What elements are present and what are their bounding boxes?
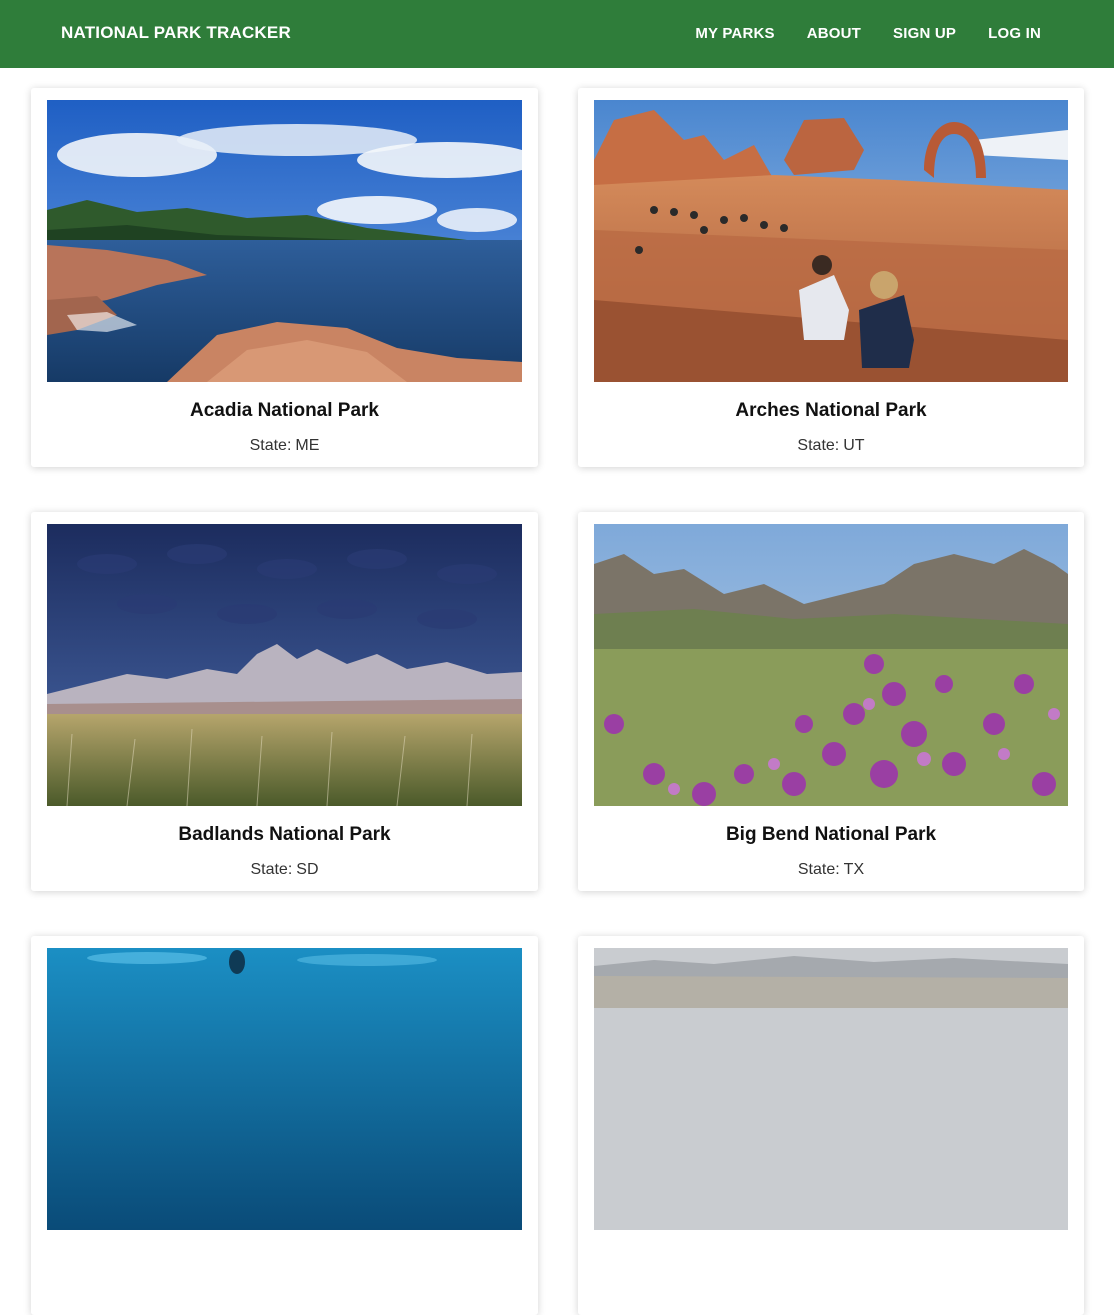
nav-links: MY PARKS ABOUT SIGN UP LOG IN — [695, 25, 1041, 42]
park-name: Big Bend National Park — [725, 824, 937, 845]
park-state: State: SD — [31, 861, 538, 879]
nav-about[interactable]: ABOUT — [807, 25, 861, 42]
nav-sign-up[interactable]: SIGN UP — [893, 25, 956, 42]
state-value: UT — [843, 437, 865, 454]
state-label: State: — [797, 437, 840, 454]
rocky-ocean-coast-photo — [47, 100, 522, 382]
park-card-arches[interactable]: Arches National Park State: UT — [578, 88, 1084, 467]
state-label: State: — [250, 861, 293, 878]
hazy-mountain-valley-photo — [594, 948, 1068, 1230]
park-photo — [594, 948, 1068, 1230]
park-name: Arches National Park — [735, 400, 927, 421]
brand-logo-text[interactable]: NATIONAL PARK TRACKER — [61, 23, 291, 43]
state-label: State: — [249, 437, 292, 454]
park-photo — [594, 524, 1068, 806]
desert-arch-hikers-photo — [594, 100, 1068, 382]
park-photo — [47, 948, 522, 1230]
park-photo — [47, 100, 522, 382]
state-value: TX — [843, 861, 865, 878]
state-value: SD — [296, 861, 319, 878]
park-state: State: TX — [578, 861, 1084, 879]
park-card-6[interactable] — [578, 936, 1084, 1315]
park-card-grid: Acadia National Park State: ME Arches Na… — [31, 88, 1084, 1315]
park-card-5[interactable] — [31, 936, 538, 1315]
park-photo — [594, 100, 1068, 382]
park-name: Badlands National Park — [178, 824, 391, 845]
storm-badlands-grassland-photo — [47, 524, 522, 806]
nav-log-in[interactable]: LOG IN — [988, 25, 1041, 42]
park-state: State: ME — [31, 437, 538, 455]
underwater-reef-photo — [47, 948, 522, 1230]
top-navbar: NATIONAL PARK TRACKER MY PARKS ABOUT SIG… — [0, 0, 1114, 68]
nav-my-parks[interactable]: MY PARKS — [695, 25, 774, 42]
purple-flowers-mountains-photo — [594, 524, 1068, 806]
park-name: Acadia National Park — [189, 400, 380, 421]
park-card-big-bend[interactable]: Big Bend National Park State: TX — [578, 512, 1084, 891]
park-state: State: UT — [578, 437, 1084, 455]
state-label: State: — [797, 861, 840, 878]
park-photo — [47, 524, 522, 806]
park-card-badlands[interactable]: Badlands National Park State: SD — [31, 512, 538, 891]
park-card-acadia[interactable]: Acadia National Park State: ME — [31, 88, 538, 467]
state-value: ME — [295, 437, 320, 454]
